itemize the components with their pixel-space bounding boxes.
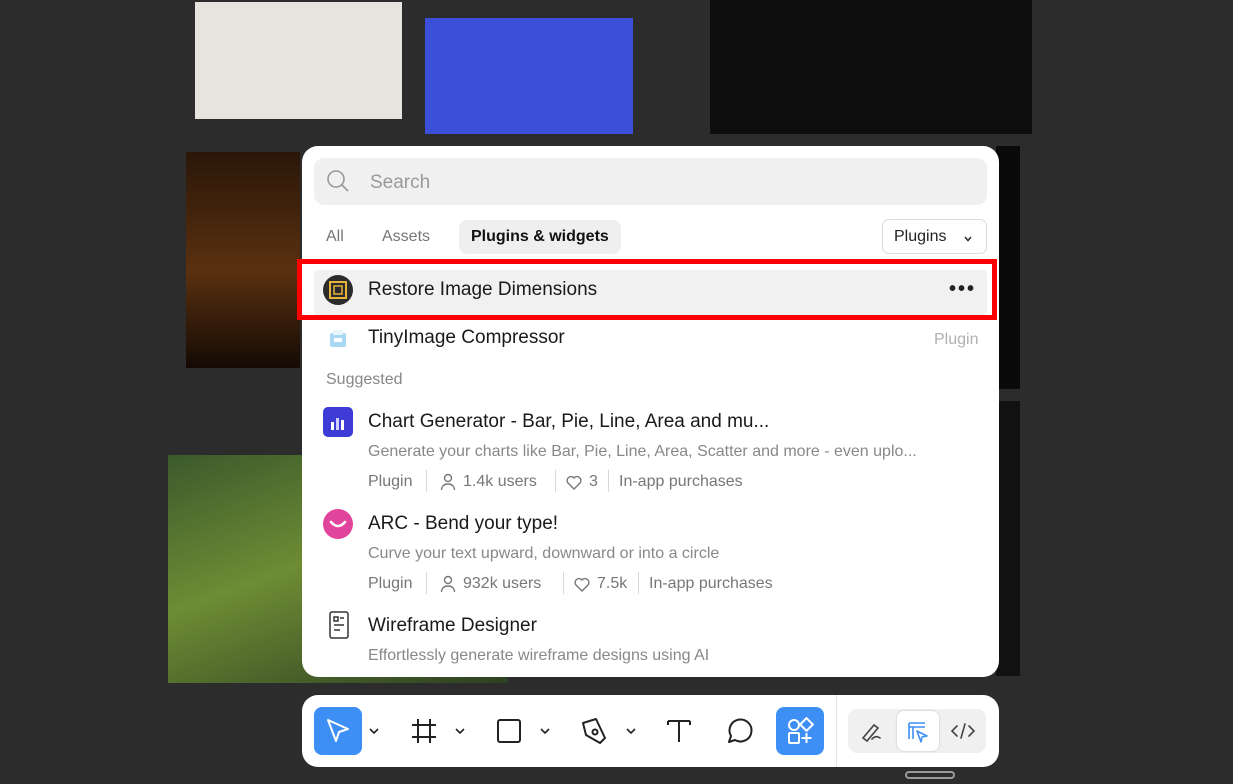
heart-icon [566, 475, 582, 495]
chevron-down-icon [540, 728, 550, 735]
plugin-type: Plugin [368, 473, 413, 490]
arc-icon [323, 509, 353, 544]
filter-label: Plugins [894, 228, 947, 245]
divider [638, 572, 639, 594]
text-icon [667, 720, 691, 742]
chevron-down-icon [626, 728, 636, 735]
plugins-filter-dropdown[interactable]: Plugins [882, 219, 987, 254]
user-icon [440, 473, 456, 496]
plugin-title[interactable]: Chart Generator - Bar, Pie, Line, Area a… [368, 411, 769, 433]
divider [563, 572, 564, 594]
toolbar-divider [836, 695, 837, 767]
suggested-heading: Suggested [326, 371, 403, 388]
shape-tool-dropdown[interactable] [537, 707, 553, 755]
plugin-description: Curve your text upward, downward or into… [368, 545, 720, 562]
pen-tool-dropdown[interactable] [623, 707, 639, 755]
tab-assets[interactable]: Assets [382, 220, 430, 254]
divider [608, 470, 609, 492]
search-icon [326, 169, 350, 193]
design-mode-button[interactable] [897, 711, 939, 751]
comment-tool-button[interactable] [716, 707, 764, 755]
bottom-toolbar [302, 695, 999, 767]
tab-plugins-widgets[interactable]: Plugins & widgets [459, 220, 621, 254]
mode-switcher [848, 709, 986, 753]
search-input[interactable] [368, 158, 972, 207]
chevron-down-icon [455, 728, 465, 735]
divider [555, 470, 556, 492]
frame-icon [412, 719, 436, 743]
divider [426, 572, 427, 594]
tinyimage-icon [326, 327, 350, 356]
plugin-purchase: In-app purchases [649, 575, 773, 592]
resources-button[interactable] [776, 707, 824, 755]
highlight-box [297, 259, 997, 320]
canvas-image-paper-lanterns [195, 2, 402, 119]
plugin-purchase: In-app purchases [619, 473, 743, 490]
rectangle-icon [497, 719, 521, 743]
plugin-description: Generate your charts like Bar, Pie, Line… [368, 443, 917, 460]
comment-icon [728, 718, 753, 743]
frame-tool-button[interactable] [400, 707, 448, 755]
move-tool-dropdown[interactable] [366, 707, 382, 755]
cursor-icon [327, 719, 349, 742]
draw-icon [861, 723, 881, 743]
chevron-down-icon [369, 728, 379, 735]
resources-icon [788, 716, 815, 744]
dev-mode-button[interactable] [942, 711, 984, 751]
chevron-down-icon [963, 231, 973, 249]
shape-tool-button[interactable] [485, 707, 533, 755]
plugin-type: Plugin [368, 575, 413, 592]
plugin-description: Effortlessly generate wireframe designs … [368, 647, 710, 664]
plugin-title[interactable]: TinyImage Compressor [368, 327, 565, 349]
canvas-image-origami-flowers [425, 18, 633, 134]
plugin-likes: 7.5k [597, 575, 628, 592]
canvas-image-sky-lanterns [186, 152, 300, 368]
plugin-badge: Plugin [934, 331, 979, 348]
frame-tool-dropdown[interactable] [452, 707, 468, 755]
draw-mode-button[interactable] [850, 711, 892, 751]
text-tool-button[interactable] [655, 707, 703, 755]
plugin-users: 1.4k users [463, 473, 537, 490]
canvas-image-dark-right-lower [996, 401, 1020, 676]
wireframe-icon [328, 611, 350, 644]
resources-panel: All Assets Plugins & widgets Plugins Res… [302, 146, 999, 677]
plugin-title[interactable]: Wireframe Designer [368, 615, 537, 637]
home-indicator [905, 771, 955, 779]
pen-tool-button[interactable] [570, 707, 618, 755]
chart-generator-icon [323, 407, 353, 442]
plugin-likes: 3 [589, 473, 598, 490]
canvas-image-paper-fringe-lanterns [710, 0, 1032, 134]
design-icon [908, 722, 928, 743]
heart-icon [574, 577, 590, 597]
move-tool-button[interactable] [314, 707, 362, 755]
canvas-image-dark-right [996, 146, 1020, 389]
plugin-title[interactable]: ARC - Bend your type! [368, 513, 558, 535]
tab-all[interactable]: All [326, 220, 344, 254]
search-bar[interactable] [314, 158, 987, 207]
plugin-users: 932k users [463, 575, 542, 592]
pen-icon [582, 718, 606, 744]
divider [426, 470, 427, 492]
user-icon [440, 575, 456, 598]
code-icon [950, 723, 976, 739]
